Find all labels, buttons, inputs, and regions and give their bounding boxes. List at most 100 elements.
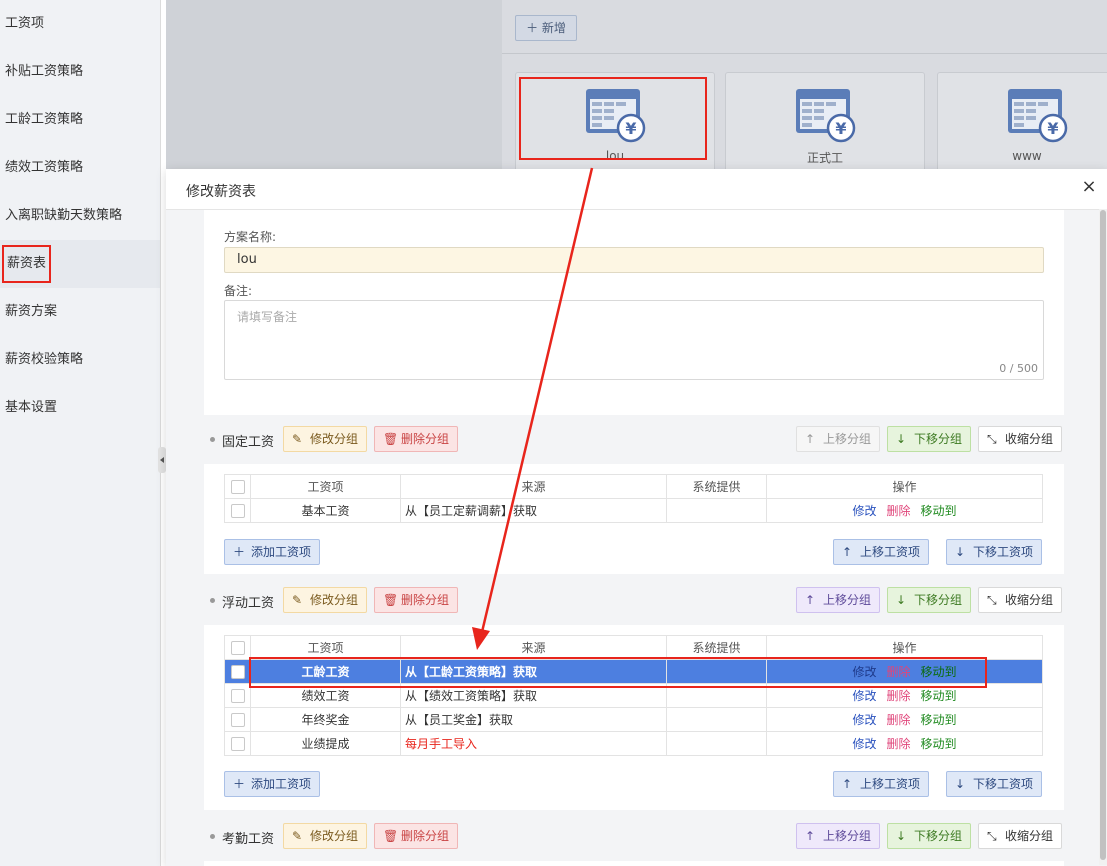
cell-ops: 修改 删除 移动到	[766, 731, 1043, 756]
row-select-cell	[224, 707, 251, 732]
button-label: 删除分组	[401, 432, 450, 446]
move-item-up-button[interactable]: ↑ 上移工资项	[833, 771, 930, 797]
add-salary-item-button[interactable]: ＋ 添加工资项	[224, 771, 321, 797]
row-delete-link[interactable]: 删除	[886, 689, 910, 703]
group-title: 考勤工资	[222, 832, 275, 847]
bullet-icon	[210, 437, 215, 442]
sidebar-item-salary-plan[interactable]: 薪资方案	[0, 288, 160, 336]
row-edit-link[interactable]: 修改	[852, 689, 876, 703]
close-icon[interactable]: ×	[1079, 177, 1099, 197]
collapse-group-button[interactable]: ⤡ 收缩分组	[978, 823, 1063, 849]
move-group-down-button[interactable]: ↓ 下移分组	[887, 823, 972, 849]
row-select-cell	[224, 659, 251, 684]
sidebar-item-label: 薪资表	[2, 245, 52, 283]
edit-group-button[interactable]: ✎ 修改分组	[283, 426, 368, 452]
sidebar-item-salary-item[interactable]: 工资项	[0, 0, 160, 48]
row-edit-link[interactable]: 修改	[852, 737, 876, 751]
move-group-up-button[interactable]: ↑ 上移分组	[796, 426, 881, 452]
row-delete-link[interactable]: 删除	[886, 504, 910, 518]
edit-group-button[interactable]: ✎ 修改分组	[283, 587, 368, 613]
salary-table-card[interactable]: ¥ 正式工	[725, 72, 925, 172]
table-row[interactable]: 年终奖金 从【员工奖金】获取 修改 删除 移动到	[224, 707, 1043, 732]
cell-source: 每月手工导入	[400, 731, 667, 756]
row-checkbox[interactable]	[230, 503, 245, 518]
row-edit-link[interactable]: 修改	[852, 713, 876, 727]
sidebar-collapse-handle[interactable]	[158, 447, 166, 473]
delete-group-button[interactable]: 🗑 删除分组	[374, 587, 459, 613]
name-label: 方案名称:	[224, 230, 277, 244]
name-input[interactable]: lou	[224, 247, 1044, 273]
edit-icon: ✎	[292, 829, 303, 843]
move-item-down-button[interactable]: ↓ 下移工资项	[946, 771, 1043, 797]
button-label: 修改分组	[310, 829, 359, 843]
scrollbar-thumb[interactable]	[1100, 210, 1106, 860]
col-header-item: 工资项	[250, 635, 401, 660]
row-move-link[interactable]: 移动到	[921, 737, 957, 751]
edit-group-button[interactable]: ✎ 修改分组	[283, 823, 368, 849]
table-header-row: 工资项 来源 系统提供 操作	[224, 635, 1043, 660]
select-all-checkbox[interactable]	[230, 479, 245, 494]
row-delete-link[interactable]: 删除	[886, 737, 910, 751]
group-card-fixed: 工资项 来源 系统提供 操作 基本工资 从【员工定薪调薪】获取 修改 删除 移动到 …	[204, 464, 1064, 574]
row-select-cell	[224, 498, 251, 523]
collapse-icon: ⤡	[987, 432, 997, 446]
row-move-link[interactable]: 移动到	[921, 713, 957, 727]
col-header-ops: 操作	[766, 474, 1043, 499]
select-all-checkbox[interactable]	[230, 640, 245, 655]
row-checkbox[interactable]	[230, 712, 245, 727]
row-checkbox[interactable]	[230, 664, 245, 679]
sidebar-item-label: 薪资方案	[5, 304, 58, 319]
delete-group-button[interactable]: 🗑 删除分组	[374, 823, 459, 849]
cell-system	[666, 707, 767, 732]
background-toolbar	[502, 0, 1107, 54]
cell-system	[666, 731, 767, 756]
move-group-down-button[interactable]: ↓ 下移分组	[887, 587, 972, 613]
select-all-cell	[224, 635, 251, 660]
trash-icon: 🗑	[383, 829, 399, 843]
collapse-group-button[interactable]: ⤡ 收缩分组	[978, 587, 1063, 613]
table-row[interactable]: 业绩提成 每月手工导入 修改 删除 移动到	[224, 731, 1043, 756]
trash-icon: 🗑	[383, 593, 399, 607]
collapse-group-button[interactable]: ⤡ 收缩分组	[978, 426, 1063, 452]
arrow-down-icon: ↓	[896, 593, 907, 607]
table-row[interactable]: 基本工资 从【员工定薪调薪】获取 修改 删除 移动到	[224, 498, 1043, 523]
delete-group-button[interactable]: 🗑 删除分组	[374, 426, 459, 452]
sidebar-item-basic-settings[interactable]: 基本设置	[0, 384, 160, 432]
row-checkbox[interactable]	[230, 688, 245, 703]
row-move-link[interactable]: 移动到	[921, 504, 957, 518]
move-group-down-button[interactable]: ↓ 下移分组	[887, 426, 972, 452]
note-char-count: 0 / 500	[999, 362, 1038, 375]
note-textarea[interactable]: 请填写备注 0 / 500	[224, 300, 1044, 380]
select-all-cell	[224, 474, 251, 499]
sidebar-item-performance-policy[interactable]: 绩效工资策略	[0, 144, 160, 192]
row-select-cell	[224, 683, 251, 708]
row-delete-link[interactable]: 删除	[886, 713, 910, 727]
sidebar-item-absence-policy[interactable]: 入离职缺勤天数策略	[0, 192, 160, 240]
row-edit-link[interactable]: 修改	[852, 504, 876, 518]
cell-item: 基本工资	[250, 498, 401, 523]
move-group-up-button[interactable]: ↑ 上移分组	[796, 587, 881, 613]
salary-table-card[interactable]: ¥ www	[937, 72, 1107, 172]
move-item-down-button[interactable]: ↓ 下移工资项	[946, 539, 1043, 565]
sidebar-item-seniority-policy[interactable]: 工龄工资策略	[0, 96, 160, 144]
col-header-system: 系统提供	[666, 635, 767, 660]
sidebar-item-salary-table[interactable]: 薪资表	[0, 240, 160, 288]
col-header-system: 系统提供	[666, 474, 767, 499]
add-button-label: 新增	[541, 21, 566, 35]
sidebar-item-subsidy-policy[interactable]: 补贴工资策略	[0, 48, 160, 96]
move-group-up-button[interactable]: ↑ 上移分组	[796, 823, 881, 849]
annotation-box-card	[519, 77, 707, 160]
group-title: 固定工资	[222, 435, 275, 450]
sidebar-item-label: 薪资校验策略	[5, 352, 84, 367]
modal-scrollbar[interactable]	[1099, 209, 1107, 865]
row-checkbox[interactable]	[230, 736, 245, 751]
add-salary-item-button[interactable]: ＋ 添加工资项	[224, 539, 321, 565]
row-move-link[interactable]: 移动到	[921, 689, 957, 703]
svg-text:¥: ¥	[835, 119, 846, 138]
add-button[interactable]: ＋ 新增	[515, 15, 577, 41]
sidebar-item-salary-check-policy[interactable]: 薪资校验策略	[0, 336, 160, 384]
collapse-icon: ⤡	[987, 593, 997, 607]
form-card: 方案名称: lou 备注: 请填写备注 0 / 500	[204, 210, 1064, 415]
move-item-up-button[interactable]: ↑ 上移工资项	[833, 539, 930, 565]
arrow-down-icon: ↓	[896, 432, 907, 446]
